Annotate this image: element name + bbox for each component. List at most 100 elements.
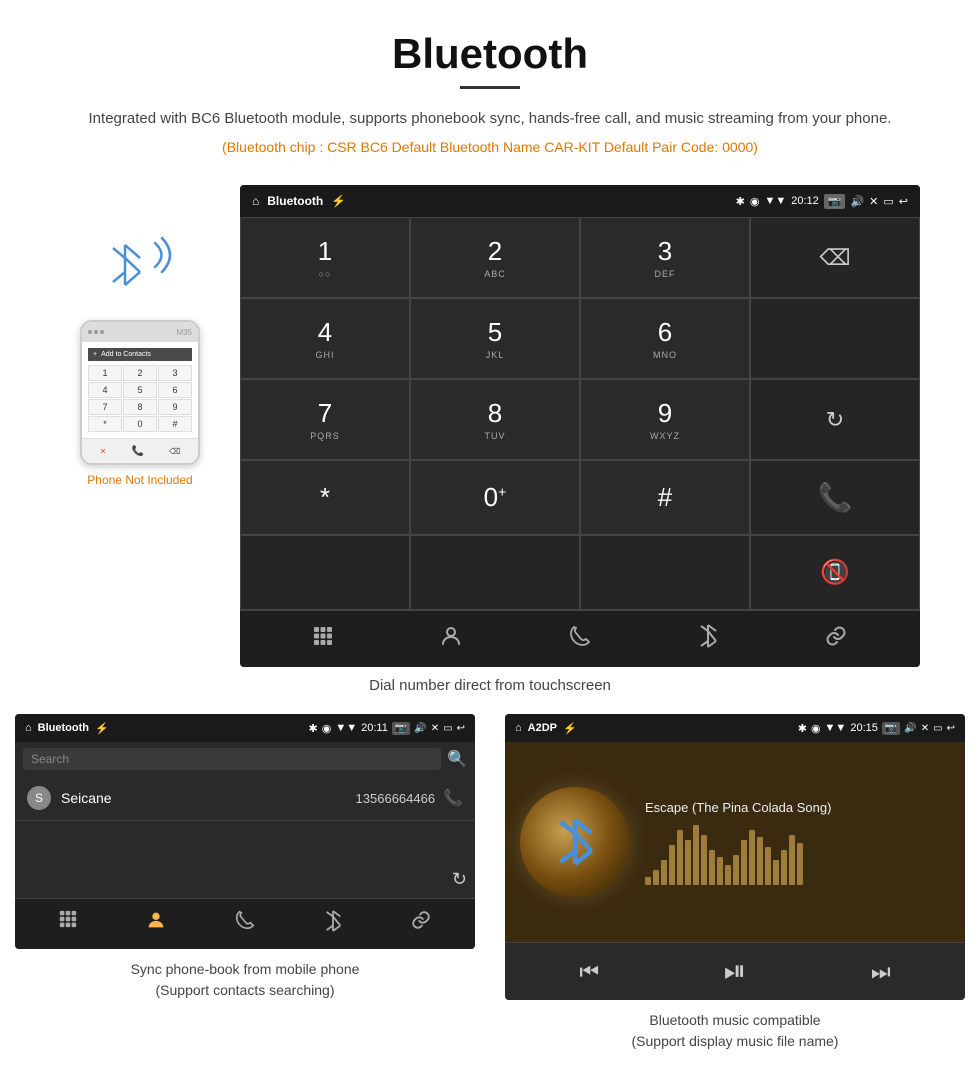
phone-mockup: M35 + Add to Contacts 1 2 3 4 5 6 7 8 9 [80,320,200,465]
phone-keypad: 1 2 3 4 5 6 7 8 9 * 0 # [88,365,192,432]
prev-track-btn[interactable]: ⏮ [579,959,599,985]
music-app-name: A2DP [528,722,557,734]
music-info: Escape (The Pina Colada Song) [645,800,950,885]
music-item: ⌂ A2DP ⚡ ✱ ◉ ▼▼ 20:15 📷 🔊 ✕ ▭ ↩ [505,714,965,1052]
next-track-btn[interactable]: ⏭ [871,959,891,985]
phonebook-caption: Sync phone-book from mobile phone (Suppo… [131,959,360,1001]
music-back-icon[interactable]: ↩ [947,723,955,734]
music-home-icon[interactable]: ⌂ [515,722,522,734]
pb-window-icon[interactable]: ▭ [443,723,452,734]
dialkey-8[interactable]: 8 TUV [410,379,580,460]
key-1[interactable]: 1 [88,365,122,381]
close-icon[interactable]: ✕ [869,195,878,208]
home-icon[interactable]: ⌂ [252,194,259,208]
dialkey-4[interactable]: 4 GHI [240,298,410,379]
dialkey-star[interactable]: * [240,460,410,535]
pb-back-icon[interactable]: ↩ [457,723,465,734]
toolbar-bt-btn[interactable] [697,623,719,655]
dialkey-call-red[interactable]: 📵 [750,535,920,610]
dialkey-hash[interactable]: # [580,460,750,535]
key-0[interactable]: 0 [123,416,157,432]
key-8[interactable]: 8 [123,399,157,415]
viz-bar [741,840,747,885]
key-star[interactable]: * [88,416,122,432]
pb-call-side-icon[interactable]: 📞 [443,788,463,808]
key-7[interactable]: 7 [88,399,122,415]
pb-sig-icon: ▼▼ [335,722,357,734]
music-visualizer [645,825,950,885]
music-close-icon[interactable]: ✕ [921,723,929,734]
key-hash[interactable]: # [158,416,192,432]
viz-bar [773,860,779,885]
viz-bar [789,835,795,885]
pb-toolbar-grid[interactable] [58,909,78,939]
viz-bar [709,850,715,885]
toolbar-phone-btn[interactable] [568,624,592,654]
music-screen: ⌂ A2DP ⚡ ✱ ◉ ▼▼ 20:15 📷 🔊 ✕ ▭ ↩ [505,714,965,1000]
pb-status-bar: ⌂ Bluetooth ⚡ ✱ ◉ ▼▼ 20:11 📷 🔊 ✕ ▭ ↩ [15,714,475,742]
dialkey-5[interactable]: 5 JKL [410,298,580,379]
pb-close-icon[interactable]: ✕ [431,723,439,734]
toolbar-contacts-btn[interactable] [439,624,463,654]
key-6[interactable]: 6 [158,382,192,398]
camera-icon[interactable]: 📷 [824,194,846,209]
viz-bar [685,840,691,885]
bottom-screenshots: ⌂ Bluetooth ⚡ ✱ ◉ ▼▼ 20:11 📷 🔊 ✕ ▭ ↩ [0,714,980,1052]
pb-search-side-icon[interactable]: 🔍 [447,749,467,769]
music-cam-icon[interactable]: 📷 [882,722,900,735]
viz-bar [645,877,651,885]
music-vol-icon[interactable]: 🔊 [904,723,916,734]
status-right: ✱ ◉ ▼▼ 20:12 📷 🔊 ✕ ▭ ↩ [736,194,908,209]
key-3[interactable]: 3 [158,365,192,381]
time-display: 20:12 [791,195,819,207]
status-left: ⌂ Bluetooth ⚡ [252,194,346,208]
window-icon[interactable]: ▭ [883,195,893,208]
key-4[interactable]: 4 [88,382,122,398]
viz-bar [677,830,683,885]
dialkey-3[interactable]: 3 DEF [580,217,750,298]
dialkey-6[interactable]: 6 MNO [580,298,750,379]
pb-refresh-side-icon[interactable]: ↻ [452,869,467,890]
dialkey-refresh[interactable]: ↻ [750,379,920,460]
pb-vol-icon[interactable]: 🔊 [414,723,426,734]
dialkey-9[interactable]: 9 WXYZ [580,379,750,460]
search-input[interactable]: Search [23,748,441,770]
back-icon[interactable]: ↩ [899,195,908,208]
volume-icon[interactable]: 🔊 [850,195,864,208]
dialkey-1[interactable]: 1 ○○ [240,217,410,298]
play-pause-btn[interactable]: ⏯ [724,955,746,988]
key-9[interactable]: 9 [158,399,192,415]
bluetooth-info: (Bluetooth chip : CSR BC6 Default Blueto… [20,139,960,155]
toolbar-link-btn[interactable] [824,624,848,654]
pb-home-icon[interactable]: ⌂ [25,722,32,734]
phone-top-bar: M35 [82,322,198,342]
pb-toolbar-phone[interactable] [234,909,256,939]
contact-name: Seicane [61,790,356,806]
pb-cam-icon[interactable]: 📷 [392,722,410,735]
viz-bar [781,850,787,885]
contact-item[interactable]: S Seicane 13566664466 📞 [15,776,475,821]
dialkey-0[interactable]: 0+ [410,460,580,535]
screen-toolbar [240,610,920,667]
pb-toolbar-person[interactable] [145,909,167,939]
pb-toolbar-bt[interactable] [323,909,343,939]
signal-icon: ▼▼ [764,195,786,207]
dialkey-2[interactable]: 2 ABC [410,217,580,298]
key-2[interactable]: 2 [123,365,157,381]
key-5[interactable]: 5 [123,382,157,398]
contact-avatar: S [27,786,51,810]
phonebook-item: ⌂ Bluetooth ⚡ ✱ ◉ ▼▼ 20:11 📷 🔊 ✕ ▭ ↩ [15,714,475,1052]
toolbar-dialpad-btn[interactable] [312,625,334,653]
music-window-icon[interactable]: ▭ [933,723,942,734]
pb-toolbar-link[interactable] [410,909,432,939]
viz-bar [701,835,707,885]
dialkey-backspace[interactable]: ⌫ [750,217,920,298]
dialkey-call-green[interactable]: 📞 [750,460,920,535]
screen-title: Bluetooth [267,194,323,208]
pb-app-name: Bluetooth [38,722,89,734]
dialkey-7[interactable]: 7 PQRS [240,379,410,460]
pb-time: 20:11 [361,722,388,734]
music-loc-icon: ◉ [811,722,821,735]
dialkey-empty1 [750,298,920,379]
pb-bt-icon: ✱ [309,722,318,735]
